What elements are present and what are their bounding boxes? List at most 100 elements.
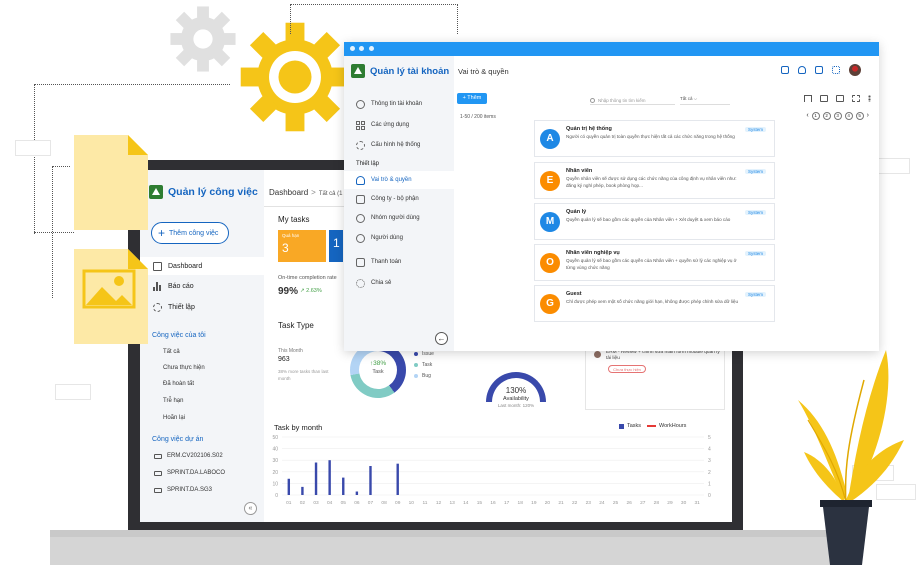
y-right-tick-label: 0 <box>708 493 711 499</box>
x-tick-label: 30 <box>681 500 687 506</box>
avatar[interactable] <box>849 64 861 76</box>
role-card[interactable]: A Quản trị hệ thống Người có quyền quản … <box>534 120 775 157</box>
sidebar-item-label: Thiết lập <box>168 303 195 311</box>
more-icon[interactable] <box>868 95 871 102</box>
pagination-page[interactable]: 1 <box>811 112 820 120</box>
status-badge[interactable]: Chưa thực hiện <box>608 365 646 373</box>
breadcrumb-root[interactable]: Dashboard <box>269 188 308 197</box>
pagination-prev[interactable]: ‹ <box>806 112 808 120</box>
x-tick-label: 29 <box>667 500 673 506</box>
role-tag: System <box>744 292 766 297</box>
add-role-button[interactable]: + Thêm <box>457 93 487 104</box>
task-card-label: Quá hạn <box>282 233 300 238</box>
x-tick-label: 16 <box>490 500 496 506</box>
search-icon <box>590 97 595 103</box>
list-view-icon[interactable] <box>820 95 828 102</box>
account-app-logo[interactable]: Quản lý tài khoản <box>351 64 449 78</box>
sidebar-item-label: Chia sẻ <box>371 280 392 286</box>
my-work-item-done[interactable]: Đã hoàn tất <box>163 381 194 387</box>
sidebar-item-users[interactable]: Người dùng <box>344 229 454 247</box>
role-avatar: E <box>540 171 560 191</box>
x-tick-label: 20 <box>545 500 551 506</box>
apps-grid-icon <box>356 120 365 130</box>
add-task-button[interactable]: + Thêm công việc <box>151 222 229 244</box>
back-arrow-button[interactable]: ← <box>435 332 448 345</box>
window-dot[interactable] <box>359 46 364 51</box>
pagination-page[interactable]: 3 <box>833 112 842 120</box>
my-work-item-todo[interactable]: Chưa thực hiện <box>163 365 205 371</box>
activity-text: ERM - Review + chỉnh sửa main form modul… <box>606 350 720 361</box>
sidebar-item-user-groups[interactable]: Nhóm người dùng <box>344 209 454 227</box>
bar <box>369 466 372 495</box>
role-card[interactable]: M Quản lý Quyền quản lý sẽ bao gồm các q… <box>534 203 775 240</box>
legend-label: Tasks <box>627 423 642 429</box>
legend-swatch-tasks <box>619 423 624 429</box>
project-label: ERM.CV202106.S02 <box>167 453 223 459</box>
pagination-page[interactable]: 5 <box>855 112 864 120</box>
my-work-item-all[interactable]: Tất cả <box>163 349 180 355</box>
sidebar-item-share[interactable]: Chia sẻ <box>344 274 454 292</box>
project-item[interactable]: SPRINT.DA.LABOCO <box>154 470 225 476</box>
sidebar-item-apps[interactable]: Các ứng dụng <box>344 116 454 134</box>
legend-label: WorkHours <box>659 423 687 429</box>
sidebar-item-dashboard[interactable]: Dashboard <box>140 257 264 275</box>
sort-icon[interactable] <box>852 95 860 102</box>
sidebar-item-settings[interactable]: Thiết lập <box>140 298 264 316</box>
account-app-sidebar: Quản lý tài khoản Thông tin tài khoản Cá… <box>344 56 454 351</box>
sidebar-item-roles[interactable]: Vai trò & quyền <box>344 171 454 189</box>
overdue-task-card[interactable]: Quá hạn 3 <box>278 230 326 262</box>
project-item[interactable]: ERM.CV202106.S02 <box>154 453 223 459</box>
filter-select[interactable]: Tất cả ⌵ <box>680 96 730 105</box>
y-tick-label: 30 <box>272 458 278 464</box>
table-view-icon[interactable] <box>836 95 844 102</box>
my-work-item-overdue[interactable]: Trễ hạn <box>163 398 183 404</box>
window-dot[interactable] <box>369 46 374 51</box>
project-item[interactable]: SPRINT.DA.SG3 <box>154 487 212 493</box>
pagination-next[interactable]: › <box>867 112 869 120</box>
y-right-tick-label: 2 <box>708 470 711 476</box>
task-card-value: 1 <box>333 236 340 250</box>
gear-icon <box>356 140 365 150</box>
sidebar-item-system-config[interactable]: Cấu hình hệ thống <box>344 136 454 154</box>
bar-chart-icon <box>153 281 162 291</box>
filter-icon[interactable] <box>804 95 812 102</box>
pagination-page[interactable]: 4 <box>844 112 853 120</box>
this-month-note: 38% more tasks than last month <box>278 369 329 381</box>
bell-icon[interactable] <box>798 66 806 74</box>
sidebar-item-payment[interactable]: Thanh toán <box>344 253 454 271</box>
chat-icon[interactable] <box>781 66 789 74</box>
role-avatar: G <box>540 294 560 314</box>
role-card[interactable]: G Guest Chỉ được phép xem một số chức nă… <box>534 285 775 322</box>
breadcrumb-separator: > <box>311 188 316 197</box>
sidebar-item-reports[interactable]: Báo cáo <box>140 277 264 295</box>
legend-label: Issue <box>422 351 434 357</box>
sidebar-item-label: Công ty - bộ phận <box>371 196 419 202</box>
my-work-item-postponed[interactable]: Hoãn lại <box>163 415 185 421</box>
role-card[interactable]: E Nhân viên Quyền nhân viên sẽ được sử d… <box>534 162 775 199</box>
role-card[interactable]: O Nhân viên nghiệp vụ Quyền quản lý sẽ b… <box>534 244 775 281</box>
x-tick-label: 01 <box>286 500 292 506</box>
project-label: SPRINT.DA.SG3 <box>167 487 213 493</box>
x-tick-label: 25 <box>613 500 619 506</box>
home-icon[interactable] <box>815 66 823 74</box>
tag-icon <box>154 453 162 459</box>
items-count: 1-50 / 200 items <box>460 114 496 120</box>
sidebar-item-account-info[interactable]: Thông tin tài khoản <box>344 95 454 113</box>
task-card[interactable]: 1 <box>329 230 343 262</box>
sidebar-item-label: Nhóm người dùng <box>371 215 420 221</box>
window-dot[interactable] <box>350 46 355 51</box>
task-app-logo[interactable]: Quản lý công việc <box>149 185 258 199</box>
x-tick-label: 15 <box>477 500 483 506</box>
x-tick-label: 10 <box>409 500 415 506</box>
apps-icon[interactable] <box>832 66 840 74</box>
activity-card[interactable]: ERM - Review + chỉnh sửa main form modul… <box>585 342 725 410</box>
role-tag: System <box>744 127 766 132</box>
pagination-page[interactable]: 2 <box>822 112 831 120</box>
my-work-section-title: Công việc của tôi <box>152 332 206 339</box>
sidebar-item-company[interactable]: Công ty - bộ phận <box>344 190 454 208</box>
collapse-sidebar-button[interactable]: « <box>244 502 257 515</box>
y-tick-label: 0 <box>275 493 278 499</box>
ontime-rate-value: 99% <box>278 286 299 297</box>
search-input[interactable]: Nhập thông tin tìm kiếm <box>590 96 675 105</box>
ontime-rate-change: ↗ 2.63% <box>300 288 322 294</box>
